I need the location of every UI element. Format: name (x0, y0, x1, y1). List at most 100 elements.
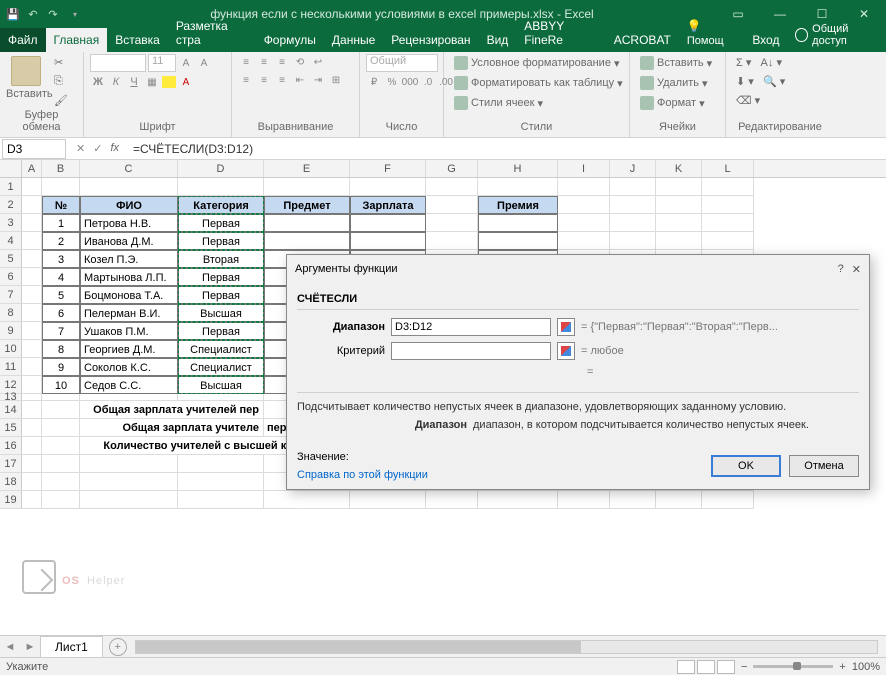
cell[interactable] (22, 376, 42, 394)
cell[interactable] (702, 232, 754, 250)
tab-formulas[interactable]: Формулы (256, 28, 324, 52)
formula-input[interactable]: =СЧЁТЕСЛИ(D3:D12) (127, 142, 886, 156)
cut-button[interactable]: ✂ (50, 54, 72, 71)
cell[interactable] (178, 491, 264, 509)
delete-cell-button[interactable]: Удалить ▾ (636, 74, 712, 92)
zoom-slider[interactable] (753, 665, 833, 668)
cond-format-button[interactable]: Условное форматирование ▾ (450, 54, 623, 72)
cell[interactable] (264, 232, 350, 250)
cell[interactable] (478, 214, 558, 232)
row-header[interactable]: 9 (0, 322, 22, 340)
cell[interactable]: Первая (178, 232, 264, 250)
tab-data[interactable]: Данные (324, 28, 383, 52)
cell[interactable] (80, 491, 178, 509)
col-c[interactable]: C (80, 160, 178, 177)
align-left-icon[interactable]: ≡ (238, 72, 254, 88)
cell[interactable]: 8 (42, 340, 80, 358)
cell[interactable] (178, 394, 264, 401)
row-header[interactable]: 17 (0, 455, 22, 473)
cell[interactable] (22, 473, 42, 491)
cell[interactable]: Вторая (178, 250, 264, 268)
enter-formula-icon[interactable]: ✓ (93, 142, 102, 155)
cell[interactable] (22, 322, 42, 340)
cell[interactable]: Предмет (264, 196, 350, 214)
cell[interactable] (22, 286, 42, 304)
cell[interactable] (656, 491, 702, 509)
sheet-prev-icon[interactable]: ◄ (0, 641, 20, 653)
comma-icon[interactable]: 000 (402, 74, 418, 90)
cell[interactable] (178, 455, 264, 473)
cell[interactable] (178, 178, 264, 196)
orientation-icon[interactable]: ⟲ (292, 54, 308, 70)
row-header[interactable]: 4 (0, 232, 22, 250)
cell[interactable]: Зарплата (350, 196, 426, 214)
dialog-help-link[interactable]: Справка по этой функции (297, 469, 428, 481)
cell[interactable] (22, 491, 42, 509)
name-box[interactable]: D3 (2, 139, 66, 159)
cell-styles-button[interactable]: Стили ячеек ▾ (450, 94, 547, 112)
cell[interactable] (426, 232, 478, 250)
align-right-icon[interactable]: ≡ (274, 72, 290, 88)
cell[interactable] (42, 455, 80, 473)
redo-icon[interactable]: ↷ (44, 5, 62, 23)
view-normal-icon[interactable] (677, 660, 695, 674)
cell[interactable] (42, 437, 80, 455)
align-center-icon[interactable]: ≡ (256, 72, 272, 88)
cell[interactable]: Ушаков П.М. (80, 322, 178, 340)
cell[interactable]: 10 (42, 376, 80, 394)
increase-font-icon[interactable]: A (178, 55, 194, 71)
cell[interactable] (702, 491, 754, 509)
cell[interactable]: Козел П.Э. (80, 250, 178, 268)
col-e[interactable]: E (264, 160, 350, 177)
cell[interactable] (426, 491, 478, 509)
font-select[interactable] (90, 54, 146, 72)
cell[interactable]: Высшая (178, 376, 264, 394)
arg-range-input[interactable] (391, 318, 551, 336)
help-button[interactable]: 💡 Помощ (679, 14, 744, 52)
login-button[interactable]: Вход (744, 28, 787, 52)
cell[interactable]: Высшая (178, 304, 264, 322)
cell[interactable] (656, 214, 702, 232)
font-size-select[interactable]: 11 (148, 54, 176, 72)
cell[interactable]: Категория (178, 196, 264, 214)
row-header[interactable]: 3 (0, 214, 22, 232)
autosum-button[interactable]: Σ ▾ A↓ ▾ (732, 54, 786, 71)
cell[interactable]: 9 (42, 358, 80, 376)
align-mid-icon[interactable]: ≡ (256, 54, 272, 70)
cell[interactable] (22, 196, 42, 214)
col-l[interactable]: L (702, 160, 754, 177)
bold-button[interactable]: Ж (90, 74, 106, 90)
tab-home[interactable]: Главная (46, 28, 108, 52)
row-header[interactable]: 18 (0, 473, 22, 491)
cell[interactable] (350, 232, 426, 250)
cell[interactable] (478, 232, 558, 250)
cell[interactable] (22, 437, 42, 455)
col-d[interactable]: D (178, 160, 264, 177)
cell[interactable] (22, 304, 42, 322)
cell[interactable]: Специалист (178, 358, 264, 376)
undo-icon[interactable]: ↶ (24, 5, 42, 23)
ok-button[interactable]: OK (711, 455, 781, 477)
indent-dec-icon[interactable]: ⇤ (292, 72, 308, 88)
border-button[interactable]: ▦ (144, 74, 160, 90)
cell[interactable]: Мартынова Л.П. (80, 268, 178, 286)
row-header[interactable]: 19 (0, 491, 22, 509)
cell[interactable]: Соколов К.С. (80, 358, 178, 376)
zoom-in-icon[interactable]: + (839, 661, 845, 673)
cell[interactable] (264, 214, 350, 232)
qat-dropdown-icon[interactable]: ▾ (66, 5, 84, 23)
copy-button[interactable]: ⎘ (50, 73, 72, 90)
row-header[interactable]: 8 (0, 304, 22, 322)
col-b[interactable]: B (42, 160, 80, 177)
fill-color-button[interactable] (162, 76, 176, 88)
cell[interactable] (22, 232, 42, 250)
cell[interactable]: Общая зарплата учителей пер (80, 401, 264, 419)
row-header[interactable]: 11 (0, 358, 22, 376)
cell[interactable] (350, 214, 426, 232)
cell[interactable] (22, 401, 42, 419)
cell[interactable]: Боцмонова Т.А. (80, 286, 178, 304)
cell[interactable] (42, 419, 80, 437)
clear-button[interactable]: ⌫ ▾ (732, 92, 764, 109)
zoom-out-icon[interactable]: − (741, 661, 747, 673)
cell[interactable]: Общая зарплата учителе (80, 419, 264, 437)
